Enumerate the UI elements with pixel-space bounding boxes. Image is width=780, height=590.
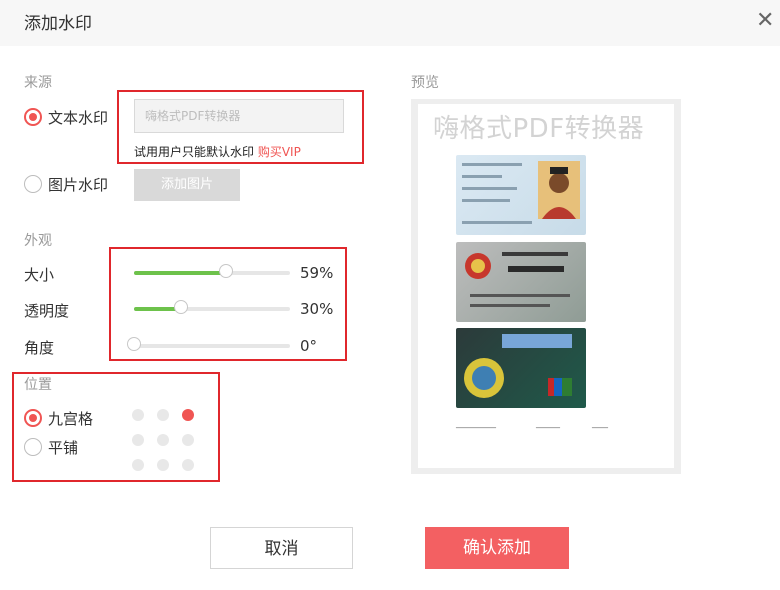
bank-card-graphic [464,334,572,398]
bank-card-image [456,328,586,408]
text-watermark-label[interactable]: 文本水印 [48,107,108,128]
dialog-title: 添加水印 [24,14,92,34]
preview-section-label: 预览 [411,75,439,91]
id-card-back-graphic [465,252,570,307]
preview-sign-line-2: ______ [536,419,560,428]
size-label: 大小 [24,266,55,284]
preview-watermark-text: 嗨格式PDF转换器 [433,114,645,144]
opacity-label: 透明度 [24,302,70,320]
text-watermark-radio[interactable] [24,108,42,126]
id-card-back-image [456,242,586,322]
preview-sign-line-3: ____ [592,419,608,428]
confirm-add-button[interactable]: 确认添加 [425,527,569,569]
dialog-titlebar: 添加水印 ✕ [0,0,780,46]
appearance-section-label: 外观 [24,233,52,249]
source-section-label: 来源 [24,75,52,91]
add-image-button[interactable]: 添加图片 [134,169,240,201]
close-icon[interactable]: ✕ [756,9,780,33]
highlight-box-source [117,90,364,164]
image-watermark-radio[interactable] [24,175,42,193]
id-card-front-image [456,155,586,235]
preview-sign-line-1: __________ [456,419,496,428]
cancel-button[interactable]: 取消 [210,527,353,569]
highlight-box-appearance [109,247,347,361]
image-watermark-label[interactable]: 图片水印 [48,174,108,195]
highlight-box-position [12,372,220,482]
angle-label: 角度 [24,339,55,357]
id-card-front-graphic [462,161,580,224]
